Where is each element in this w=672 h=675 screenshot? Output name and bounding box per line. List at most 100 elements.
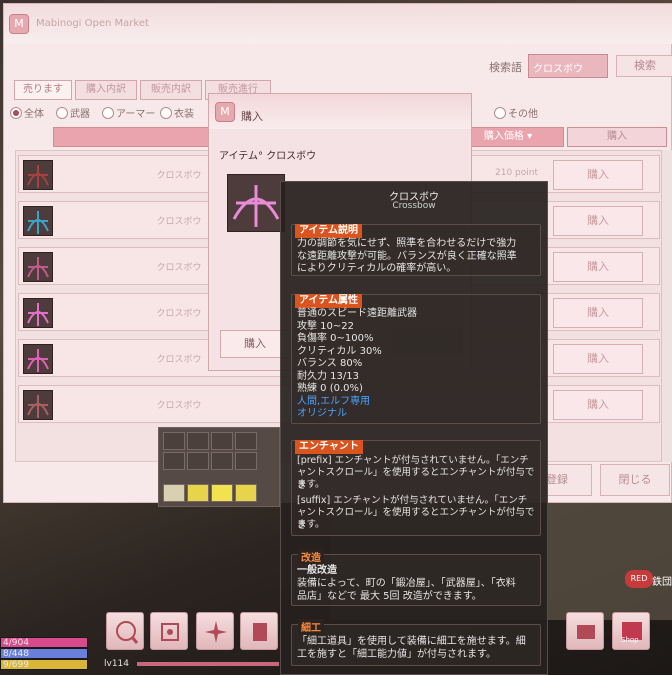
- description-line: な遠距離攻撃が可能。バランスが良く正確な照準: [297, 250, 517, 262]
- row-buy-button[interactable]: 購入: [553, 344, 643, 374]
- row-buy-button[interactable]: 購入: [553, 390, 643, 420]
- radio-icon: [56, 107, 68, 119]
- inventory-item[interactable]: [211, 484, 233, 502]
- skill-sparkle-icon[interactable]: [196, 612, 234, 650]
- crossbow-thumbnail-icon: [23, 344, 53, 374]
- enchant-section: エンチャント [prefix] エンチャントが付与されていません。「エンチ ャン…: [291, 440, 541, 536]
- inventory-slot[interactable]: [235, 432, 257, 450]
- inventory-slot[interactable]: [211, 452, 233, 470]
- inventory-item[interactable]: [187, 484, 209, 502]
- row-buy-button[interactable]: 購入: [553, 206, 643, 236]
- row-buy-button[interactable]: 購入: [553, 160, 643, 190]
- craft-line: 工を施すと「細工能力値」が付与されます。: [297, 648, 496, 660]
- attribute-line: 熟練 0 (0.0%): [297, 383, 363, 394]
- inventory-panel: [158, 427, 280, 507]
- inventory-slot[interactable]: [211, 432, 233, 450]
- radio-icon: [494, 107, 506, 119]
- radio-icon: [160, 107, 172, 119]
- crossbow-thumbnail-icon: [23, 390, 53, 420]
- column-buy: 購入: [567, 127, 667, 147]
- red-badge: RED: [625, 570, 653, 588]
- skill-scroll-icon[interactable]: [240, 612, 278, 650]
- level-label: lv114: [104, 659, 130, 669]
- enchant-suffix-line: ます。: [297, 519, 325, 530]
- craft-line: 「細工道具」を使用して装備に細工を施せます。細: [297, 636, 526, 647]
- modify-subheader: 一般改造: [297, 565, 337, 576]
- inventory-slot[interactable]: [163, 452, 185, 470]
- inventory-slot[interactable]: [187, 452, 209, 470]
- attribute-line: バランス 80%: [297, 358, 363, 369]
- tab-purchase-history[interactable]: 購入内訳: [75, 80, 137, 100]
- enchant-header: エンチャント: [295, 440, 363, 454]
- radio-selected-icon: [10, 107, 22, 119]
- enchant-prefix-line: [prefix] エンチャントが付与されていません。「エンチ: [297, 455, 529, 466]
- attributes-section: アイテム属性 普通のスピード遠距離武器 攻撃 10~22 負傷率 0~100% …: [291, 294, 541, 424]
- inventory-slot[interactable]: [235, 452, 257, 470]
- attribute-line: クリティカル 30%: [297, 345, 382, 357]
- craft-header: 細工: [298, 619, 324, 634]
- tooltip-item-name-en: Crossbow: [392, 201, 436, 211]
- market-logo-icon: M: [9, 14, 29, 34]
- window-title: Mabinogi Open Market: [36, 18, 149, 29]
- mp-bar: 8/448: [0, 648, 88, 659]
- row-buy-button[interactable]: 購入: [553, 252, 643, 282]
- skill-heart-icon[interactable]: [106, 612, 144, 650]
- craft-section: 細工 「細工道具」を使用して装備に細工を施せます。細 工を施すと「細工能力値」が…: [291, 619, 541, 666]
- dialog-item-line: アイテム° クロスボウ: [219, 151, 317, 162]
- dialog-titlebar[interactable]: M 購入: [209, 94, 471, 129]
- dialog-item-name: クロスボウ: [266, 151, 317, 162]
- description-header: アイテム説明: [295, 224, 362, 238]
- filter-armor[interactable]: アーマー: [102, 107, 155, 122]
- skill-book-icon[interactable]: [566, 612, 604, 650]
- skill-puzzle-icon[interactable]: [150, 612, 188, 650]
- tab-sell[interactable]: 売ります: [14, 80, 72, 100]
- filter-all[interactable]: 全体: [10, 107, 44, 122]
- enchant-prefix-line: ャントスクロール」を使用するとエンチャントが付与でき: [297, 467, 535, 491]
- search-button[interactable]: 検索: [616, 55, 672, 77]
- crossbow-thumbnail-icon: [23, 252, 53, 282]
- market-logo-icon: M: [215, 102, 235, 122]
- modify-section: 改造 一般改造 装備によって、町の「鍛冶屋」、「武器屋」、「衣料 品店」などで …: [291, 549, 541, 606]
- description-line: 力の調節を気にせず、照準を合わせるだけで強力: [297, 238, 517, 249]
- search-label: 検索語: [489, 61, 522, 74]
- exp-bar: [136, 661, 280, 667]
- filter-clothing[interactable]: 衣装: [160, 107, 194, 122]
- modify-line: 品店」などで 最大 5回 改造ができます。: [297, 590, 482, 602]
- description-section: アイテム説明 力の調節を気にせず、照準を合わせるだけで強力 な遠距離攻撃が可能。…: [291, 224, 541, 276]
- attribute-race-line: 人間,エルフ専用: [297, 395, 371, 407]
- crossbow-thumbnail-icon: [23, 206, 53, 236]
- row-buy-button[interactable]: 購入: [553, 298, 643, 328]
- enchant-suffix-line: [suffix] エンチャントが付与されていません。「エンチ: [297, 495, 528, 506]
- attributes-header: アイテム属性: [295, 294, 362, 308]
- inventory-item[interactable]: [163, 484, 185, 502]
- filter-weapon[interactable]: 武器: [56, 107, 90, 122]
- shop-button[interactable]: Shop: [612, 612, 650, 650]
- enchant-suffix-line: ャントスクロール」を使用するとエンチャントが付与でき: [297, 507, 535, 531]
- attribute-line: 普通のスピード遠距離武器: [297, 308, 417, 319]
- dialog-title: 購入: [241, 110, 263, 123]
- filter-other[interactable]: その他: [494, 107, 538, 122]
- attribute-line: 攻撃 10~22: [297, 320, 355, 332]
- modify-header: 改造: [298, 549, 324, 564]
- tab-sales-history[interactable]: 販売内訳: [140, 80, 202, 100]
- close-button[interactable]: 閉じる: [600, 464, 670, 496]
- side-label: 鉄団: [652, 577, 672, 588]
- attribute-line: 耐久力 13/13: [297, 370, 359, 382]
- attribute-line: 負傷率 0~100%: [297, 333, 374, 344]
- description-line: によりクリティカルの確率が高い。: [297, 263, 457, 274]
- item-tooltip: クロスボウ Crossbow アイテム説明 力の調節を気にせず、照準を合わせるだ…: [280, 181, 548, 675]
- list-scrollbar[interactable]: [661, 150, 672, 462]
- window-titlebar[interactable]: M Mabinogi Open Market: [4, 4, 672, 44]
- modify-line: 装備によって、町の「鍛冶屋」、「武器屋」、「衣料: [297, 578, 516, 589]
- crossbow-thumbnail-icon: [23, 160, 53, 190]
- inventory-slot[interactable]: [187, 432, 209, 450]
- radio-icon: [102, 107, 114, 119]
- hp-bar: 4/904: [0, 637, 88, 648]
- crossbow-thumbnail-icon: [23, 298, 53, 328]
- inventory-slot[interactable]: [163, 432, 185, 450]
- stamina-bar: 9/699: [0, 659, 88, 670]
- attribute-original-line: オリジナル: [297, 408, 347, 419]
- inventory-item[interactable]: [235, 484, 257, 502]
- search-input[interactable]: クロスボウ: [528, 54, 608, 78]
- row-price: 210 point: [495, 168, 538, 178]
